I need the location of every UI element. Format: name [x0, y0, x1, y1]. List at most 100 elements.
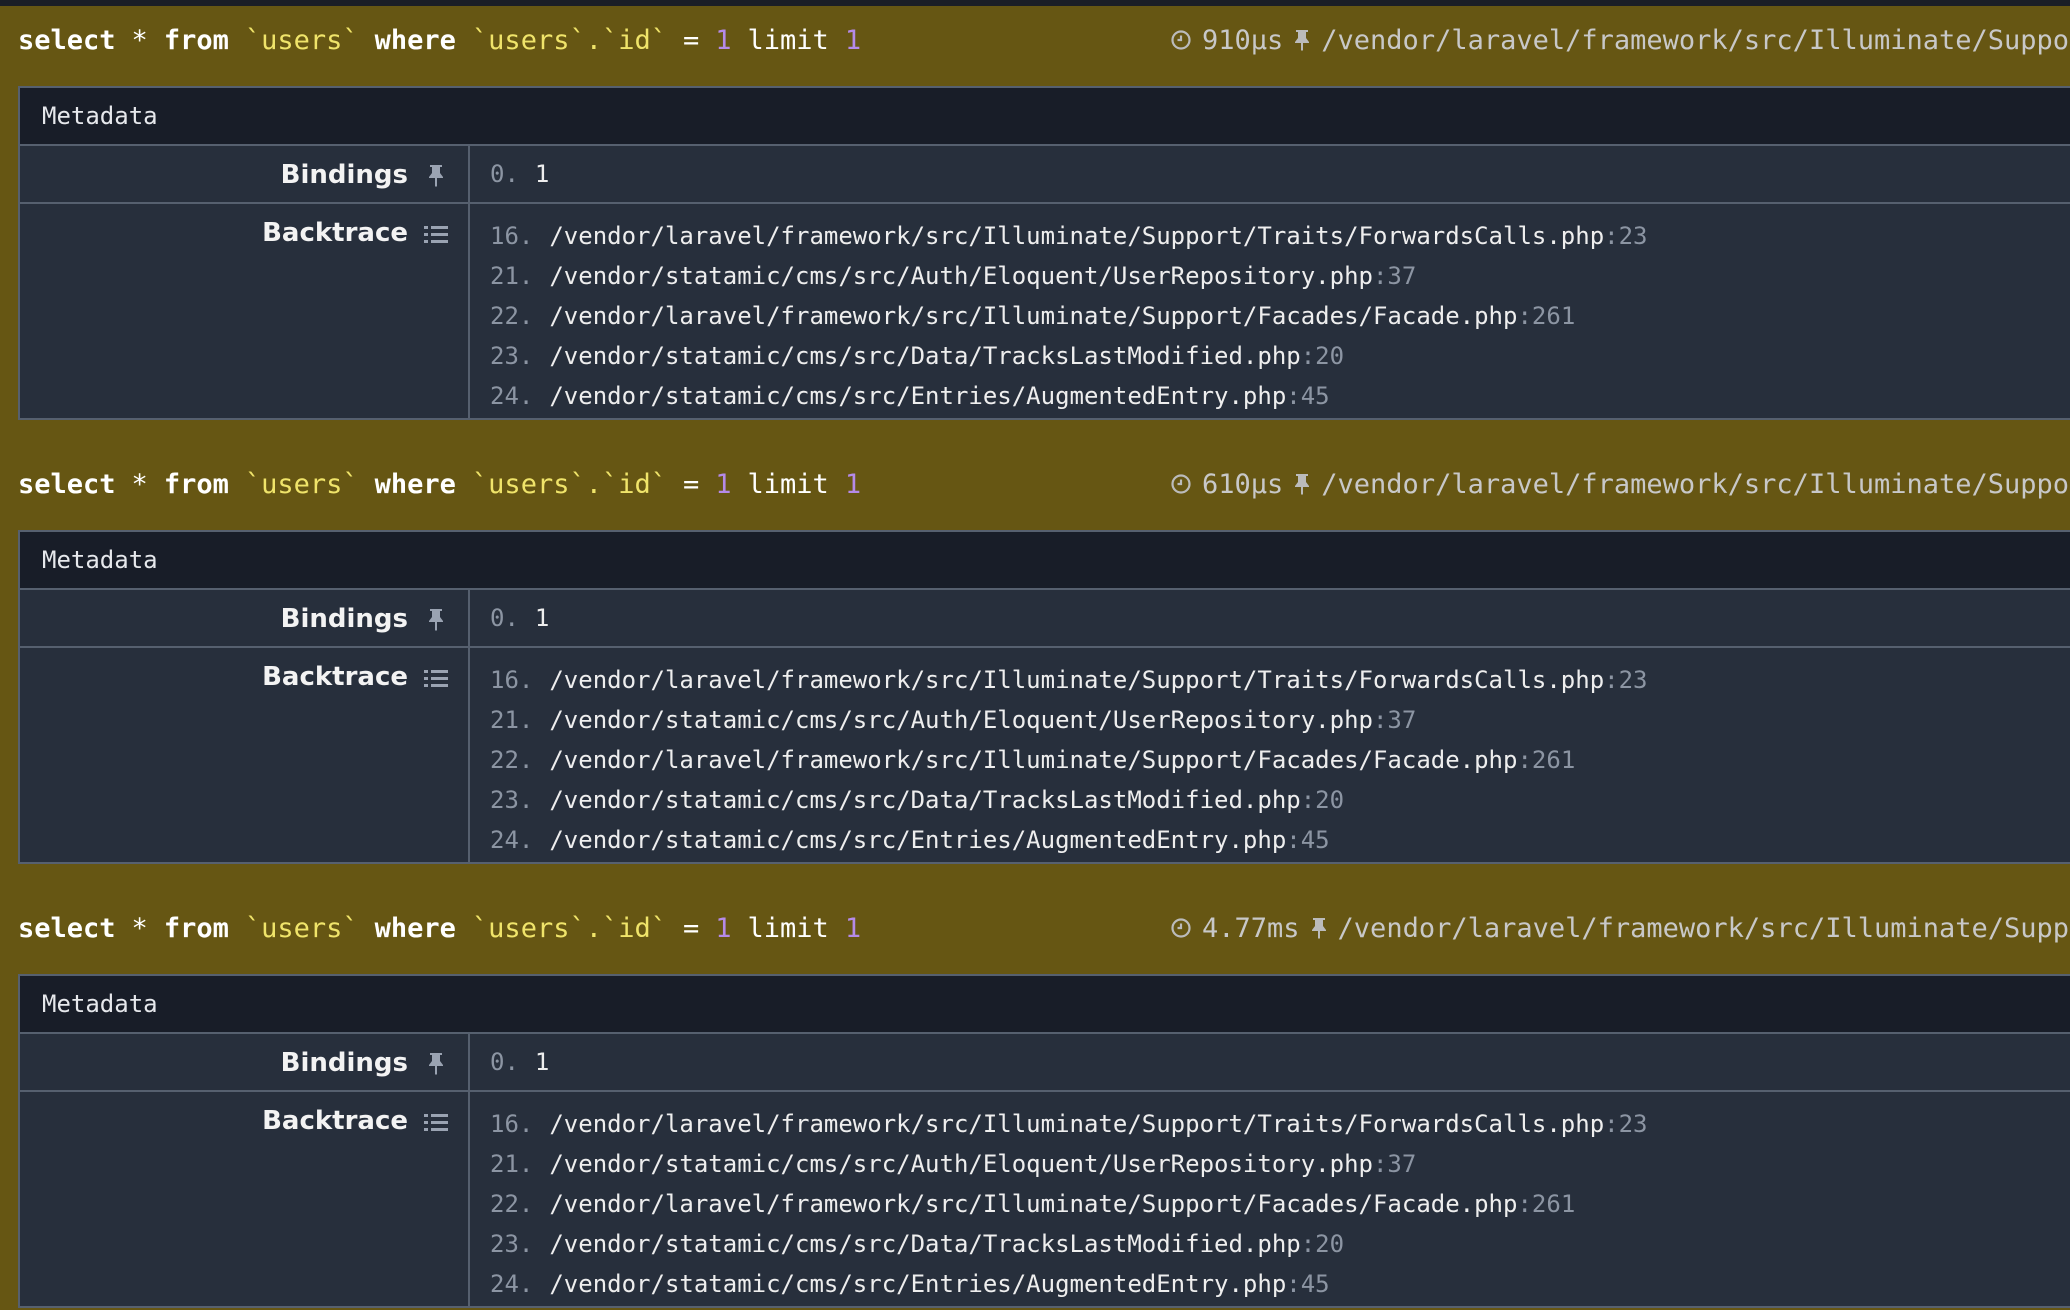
frame-path: /vendor/laravel/framework/src/Illuminate… [549, 302, 1518, 330]
sql-keyword-limit: limit [747, 468, 829, 500]
frame-line: :23 [1604, 222, 1648, 250]
sql-limit-value: 1 [844, 912, 862, 944]
metadata-header: Metadata [20, 976, 2070, 1034]
query-source-path[interactable]: /vendor/laravel/framework/src/Illuminate… [1321, 25, 2070, 56]
frame-index: 22. [490, 302, 534, 330]
bindings-values: 0. 1 [470, 1034, 2070, 1090]
sql-id-value: 1 [715, 912, 732, 944]
sql-star: * [131, 912, 148, 944]
bindings-label-cell: Bindings [20, 146, 470, 202]
frame-index: 23. [490, 342, 534, 370]
frame-line: :37 [1372, 706, 1417, 734]
sql-table: `users` [244, 24, 359, 56]
frame-line: :45 [1286, 382, 1330, 410]
query-duration: 610µs [1202, 468, 1284, 500]
frame-line: :37 [1372, 1150, 1417, 1178]
bindings-values: 0. 1 [470, 590, 2070, 646]
frame-index: 21. [490, 706, 534, 734]
frame-path: /vendor/statamic/cms/src/Data/TracksLast… [549, 1230, 1301, 1258]
frame-path: /vendor/laravel/framework/src/Illuminate… [549, 1190, 1518, 1218]
sql-equals: = [683, 912, 700, 944]
query-duration: 910µs [1202, 24, 1284, 56]
backtrace-frame[interactable]: 22. /vendor/laravel/framework/src/Illumin… [490, 296, 2070, 336]
frame-line: :20 [1300, 342, 1345, 370]
binding-index: 0. [490, 160, 519, 188]
clock-icon [1171, 918, 1191, 938]
pin-icon [1295, 30, 1310, 51]
sql-star: * [131, 468, 148, 500]
backtrace-frame[interactable]: 23. /vendor/statamic/cms/src/Data/TracksL… [490, 1224, 2070, 1264]
frame-path: /vendor/laravel/framework/src/Illuminate… [549, 222, 1605, 250]
backtrace-frame[interactable]: 16. /vendor/laravel/framework/src/Illumin… [490, 660, 2070, 700]
sql-statement: select * from `users` where `users`.`id`… [18, 913, 861, 944]
sql-limit-value: 1 [844, 24, 862, 56]
metadata-panel: Metadata Bindings 0. 1 Backtrace 16. /ve… [18, 86, 2070, 420]
query-header[interactable]: select * from `users` where `users`.`id`… [18, 450, 2070, 518]
frame-path: /vendor/statamic/cms/src/Auth/Eloquent/U… [549, 706, 1373, 734]
sql-id-value: 1 [715, 468, 732, 500]
frame-index: 16. [490, 666, 534, 694]
query-meta: 910µs /vendor/laravel/framework/src/Illu… [1170, 6, 2070, 74]
sql-statement: select * from `users` where `users`.`id`… [18, 25, 861, 56]
query-header[interactable]: select * from `users` where `users`.`id`… [18, 894, 2070, 962]
backtrace-label-cell: Backtrace [20, 204, 470, 420]
sql-id-value: 1 [715, 24, 732, 56]
backtrace-label: Backtrace [262, 218, 408, 248]
clock-icon [1171, 474, 1191, 494]
query-header[interactable]: select * from `users` where `users`.`id`… [18, 6, 2070, 74]
bindings-label: Bindings [280, 160, 408, 190]
binding-value: 1 [534, 1048, 550, 1076]
backtrace-frame[interactable]: 24. /vendor/statamic/cms/src/Entries/Augm… [490, 820, 2070, 860]
backtrace-frame[interactable]: 22. /vendor/laravel/framework/src/Illumin… [490, 740, 2070, 780]
pin-icon [1295, 474, 1310, 495]
frame-line: :20 [1300, 786, 1345, 814]
pin-icon [1311, 918, 1326, 939]
frame-line: :261 [1517, 1190, 1576, 1218]
frame-line: :20 [1300, 1230, 1345, 1258]
sql-keyword-select: select [18, 912, 116, 944]
binding-index: 0. [490, 604, 519, 632]
sql-table: `users` [244, 912, 359, 944]
sql-star: * [131, 24, 148, 56]
backtrace-frame[interactable]: 24. /vendor/statamic/cms/src/Entries/Augm… [490, 1264, 2070, 1304]
sql-statement: select * from `users` where `users`.`id`… [18, 469, 861, 500]
sql-keyword-select: select [18, 24, 116, 56]
backtrace-frame[interactable]: 21. /vendor/statamic/cms/src/Auth/Eloquen… [490, 1144, 2070, 1184]
list-icon [424, 670, 448, 687]
bindings-label-cell: Bindings [20, 590, 470, 646]
list-icon [424, 226, 448, 243]
backtrace-frame[interactable]: 16. /vendor/laravel/framework/src/Illumin… [490, 1104, 2070, 1144]
frame-path: /vendor/statamic/cms/src/Entries/Augment… [549, 826, 1287, 854]
pin-icon [429, 609, 443, 631]
sql-table: `users` [244, 468, 359, 500]
backtrace-frame[interactable]: 24. /vendor/statamic/cms/src/Entries/Augm… [490, 376, 2070, 416]
sql-keyword-select: select [18, 468, 116, 500]
sql-equals: = [683, 24, 700, 56]
backtrace-frame[interactable]: 23. /vendor/statamic/cms/src/Data/TracksL… [490, 780, 2070, 820]
sql-keyword-from: from [163, 24, 229, 56]
frame-index: 16. [490, 1110, 534, 1138]
backtrace-frame[interactable]: 23. /vendor/statamic/cms/src/Data/TracksL… [490, 336, 2070, 376]
frame-path: /vendor/statamic/cms/src/Entries/Augment… [549, 382, 1287, 410]
frame-path: /vendor/statamic/cms/src/Auth/Eloquent/U… [549, 262, 1373, 290]
frame-path: /vendor/laravel/framework/src/Illuminate… [549, 1110, 1605, 1138]
backtrace-frame[interactable]: 16. /vendor/laravel/framework/src/Illumin… [490, 216, 2070, 256]
metadata-panel: Metadata Bindings 0. 1 Backtrace 16. /ve… [18, 974, 2070, 1308]
bindings-row: Bindings 0. 1 [20, 1034, 2070, 1092]
backtrace-frame[interactable]: 22. /vendor/laravel/framework/src/Illumin… [490, 1184, 2070, 1224]
frame-path: /vendor/statamic/cms/src/Data/TracksLast… [549, 786, 1301, 814]
backtrace-label: Backtrace [262, 662, 408, 692]
frame-index: 23. [490, 786, 534, 814]
query-source-path[interactable]: /vendor/laravel/framework/src/Illuminate… [1321, 469, 2070, 500]
clock-icon [1171, 30, 1191, 50]
binding-value: 1 [534, 160, 550, 188]
bindings-row: Bindings 0. 1 [20, 146, 2070, 204]
bindings-label: Bindings [280, 1048, 408, 1078]
frame-path: /vendor/statamic/cms/src/Data/TracksLast… [549, 342, 1301, 370]
backtrace-values: 16. /vendor/laravel/framework/src/Illumin… [470, 204, 2070, 420]
query-source-path[interactable]: /vendor/laravel/framework/src/Illuminate… [1338, 913, 2070, 944]
backtrace-frame[interactable]: 21. /vendor/statamic/cms/src/Auth/Eloquen… [490, 700, 2070, 740]
frame-path: /vendor/laravel/framework/src/Illuminate… [549, 666, 1605, 694]
backtrace-frame[interactable]: 21. /vendor/statamic/cms/src/Auth/Eloquen… [490, 256, 2070, 296]
frame-index: 24. [490, 382, 534, 410]
